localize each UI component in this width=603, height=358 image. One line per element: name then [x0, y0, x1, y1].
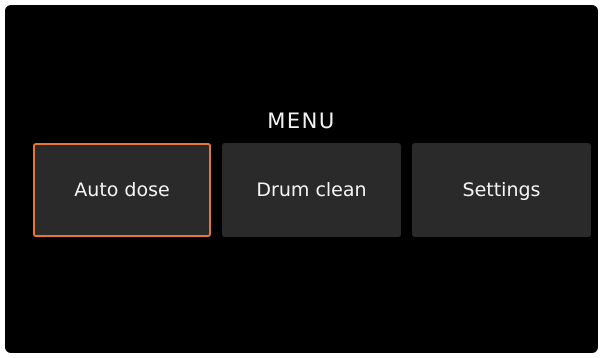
menu-item-auto-dose[interactable]: Auto dose	[33, 143, 211, 237]
menu-item-drum-clean[interactable]: Drum clean	[222, 143, 401, 237]
menu-item-label: Auto dose	[74, 179, 170, 201]
menu-title: MENU	[267, 109, 336, 133]
menu-item-settings[interactable]: Settings	[412, 143, 591, 237]
device-screen: MENU Auto dose Drum clean Settings	[5, 5, 598, 353]
menu-item-label: Settings	[462, 179, 541, 201]
menu-item-label: Drum clean	[256, 179, 367, 201]
